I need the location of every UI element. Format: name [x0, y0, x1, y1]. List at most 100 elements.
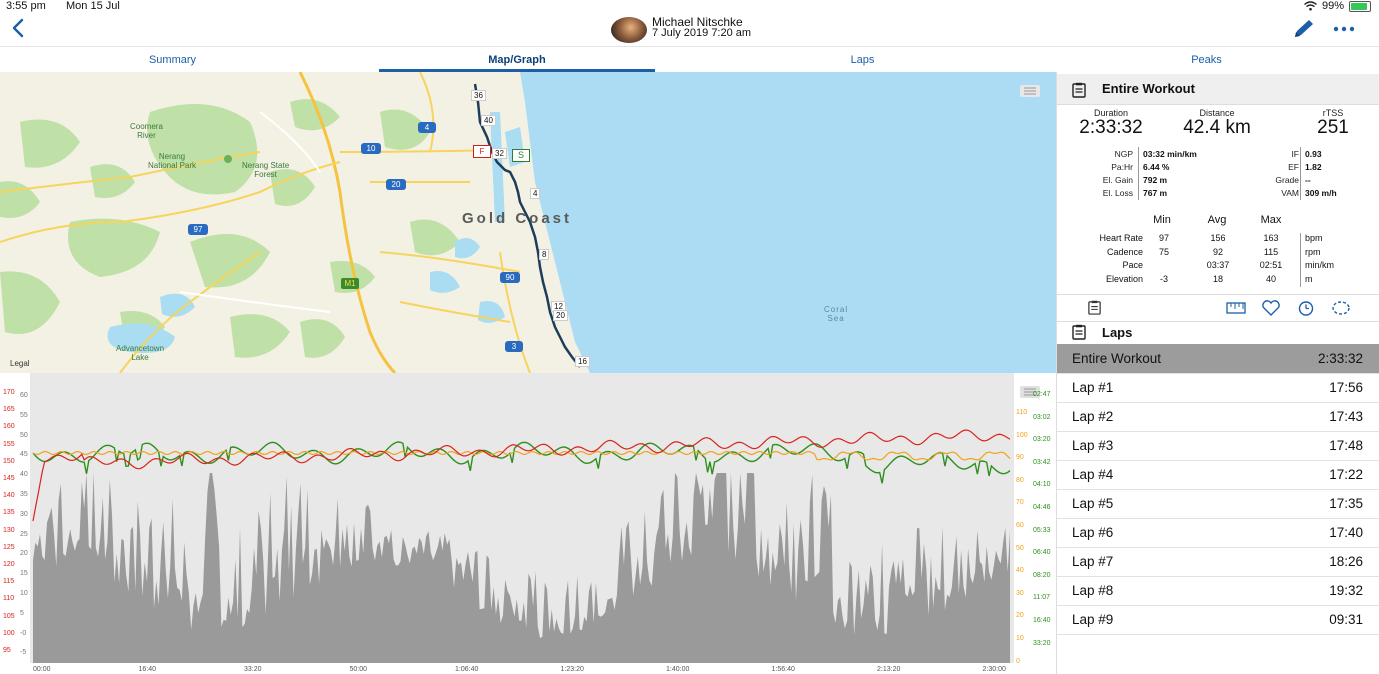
map-menu-button[interactable]	[1020, 84, 1040, 97]
duration-value: 2:33:32	[1079, 117, 1143, 138]
route-marker: 36	[471, 90, 486, 101]
mm-min-value: 75	[1158, 246, 1169, 257]
cadence-axis-tick: 90	[1016, 454, 1024, 462]
time-axis-tick: 2:30:00	[982, 666, 1006, 673]
route-marker: 4	[530, 188, 541, 199]
hr-axis-tick: 120	[3, 561, 15, 568]
lap-time: 17:43	[1329, 409, 1363, 424]
time-axis-tick: 33:20	[244, 666, 262, 673]
cadence-axis-tick: 110	[1016, 409, 1028, 416]
map-parks	[0, 99, 460, 358]
mm-min-value: -3	[1159, 273, 1168, 284]
status-bar: 3:55 pm Mon 15 Jul 99%	[0, 0, 1379, 14]
more-icon	[1333, 26, 1355, 32]
workout-graph[interactable]: 170 165 160 155 150 145 140 135 130 125 120 115 110 1…	[0, 373, 1056, 674]
mm-row-label: Heart Rate	[1099, 233, 1143, 243]
lap-name: Lap #2	[1072, 409, 1114, 424]
park-pin	[224, 155, 232, 163]
lap-row[interactable]: Lap #7 18:26	[1057, 547, 1379, 577]
lap-name: Lap #1	[1072, 380, 1114, 395]
cadence-axis-tick: 30	[1016, 589, 1024, 597]
nav-bar: Michael Nitschke 7 July 2019 7:20 am	[0, 14, 1379, 46]
laps-title: Laps	[1102, 325, 1133, 340]
road-shield: 10	[361, 143, 381, 154]
clipboard-icon[interactable]	[1087, 300, 1102, 315]
duration-stat: Duration 2:33:32	[1063, 108, 1159, 138]
more-button[interactable]	[1332, 18, 1356, 40]
tab-map-graph[interactable]: Map/Graph	[379, 47, 655, 72]
pace-axis-tick: 02:47	[1033, 391, 1051, 398]
route-map[interactable]: Coomera River Nerang National Park Neran…	[0, 72, 1056, 373]
lap-row[interactable]: Lap #4 17:22	[1057, 460, 1379, 490]
tab-peaks[interactable]: Peaks	[1034, 47, 1379, 72]
ruler-icon[interactable]	[1226, 301, 1246, 315]
stat-value: 6.44 %	[1143, 162, 1170, 172]
distance-stat: Distance 42.4 km	[1167, 108, 1267, 138]
mm-unit: rpm	[1305, 246, 1321, 257]
lap-name: Lap #9	[1072, 612, 1114, 627]
lap-name: Lap #6	[1072, 525, 1114, 540]
lap-row[interactable]: Lap #2 17:43	[1057, 402, 1379, 432]
finish-flag: F	[473, 145, 491, 158]
lap-loop-icon[interactable]	[1331, 300, 1351, 316]
road-shield: 4	[418, 122, 436, 133]
stat-label: Pa:Hr	[1111, 162, 1133, 172]
lap-time: 09:31	[1329, 612, 1363, 627]
hr-axis-tick: 160	[3, 423, 15, 431]
mm-max-value: 02:51	[1259, 260, 1283, 270]
right-stat-labels: IF EF Grade VAM	[1243, 148, 1299, 200]
time-axis-tick: 1:06:40	[455, 666, 479, 673]
tab-summary[interactable]: Summary	[0, 47, 345, 72]
distance-value: 42.4 km	[1183, 117, 1251, 138]
elevation-axis-tick: 50	[20, 431, 28, 439]
lap-row[interactable]: Lap #6 17:40	[1057, 518, 1379, 548]
pencil-icon	[1295, 20, 1313, 37]
pace-axis-tick: 05:33	[1033, 526, 1051, 534]
hr-axis-tick: 110	[3, 595, 15, 603]
lap-row[interactable]: Lap #5 17:35	[1057, 489, 1379, 519]
hr-axis-tick: 155	[3, 440, 15, 448]
tab-laps[interactable]: Laps	[690, 47, 1035, 72]
status-right: 99%	[1304, 0, 1371, 12]
road-shield: 90	[500, 272, 520, 283]
divider	[1300, 147, 1301, 200]
back-button[interactable]	[10, 16, 24, 44]
lap-row[interactable]: Lap #1 17:56	[1057, 373, 1379, 403]
lap-time: 17:35	[1329, 496, 1363, 511]
stat-value: 1.82	[1305, 162, 1322, 172]
city-label: Gold Coast	[462, 210, 573, 227]
time-axis-tick: 2:13:20	[877, 666, 901, 673]
sea-label: Coral Sea	[824, 305, 849, 323]
lap-row[interactable]: Lap #9 09:31	[1057, 605, 1379, 635]
summary-title: Entire Workout	[1102, 81, 1195, 96]
summary-panel: Entire Workout Duration 2:33:32 Distance…	[1056, 72, 1379, 674]
mm-unit: min/km	[1305, 260, 1334, 270]
map-ocean	[520, 72, 1056, 373]
lap-row[interactable]: Lap #3 17:48	[1057, 431, 1379, 461]
lap-row[interactable]: Lap #8 19:32	[1057, 576, 1379, 606]
hr-axis-tick: 105	[3, 612, 15, 620]
pace-axis-tick: 03:42	[1033, 458, 1051, 466]
edit-button[interactable]	[1292, 18, 1316, 40]
map-legal-link[interactable]: Legal	[10, 359, 30, 368]
elevation-axis-tick: 40	[20, 471, 28, 479]
lap-time: 17:56	[1329, 380, 1363, 395]
mm-unit: bpm	[1305, 233, 1323, 243]
lap-name: Lap #8	[1072, 583, 1114, 598]
stat-label: El. Gain	[1102, 175, 1133, 185]
laps-header: Laps	[1057, 320, 1379, 344]
time-axis-tick: 1:40:00	[666, 666, 690, 673]
battery-percent: 99%	[1321, 0, 1344, 12]
mm-avg-value: 156	[1210, 233, 1226, 243]
heart-icon[interactable]	[1261, 300, 1281, 316]
lap-name: Lap #5	[1072, 496, 1114, 511]
pace-axis-tick: 11:07	[1033, 594, 1050, 602]
road-shield: 97	[188, 224, 208, 235]
place-label-advancetown: Advancetown Lake	[116, 344, 165, 362]
lap-time: 18:26	[1329, 554, 1363, 569]
time-axis-tick: 1:56:40	[771, 666, 795, 673]
time-axis-tick: 50:00	[349, 666, 368, 673]
cadence-axis-tick: 40	[1016, 567, 1024, 575]
lap-row-entire-workout[interactable]: Entire Workout 2:33:32	[1057, 344, 1379, 374]
stopwatch-icon[interactable]	[1297, 300, 1315, 316]
